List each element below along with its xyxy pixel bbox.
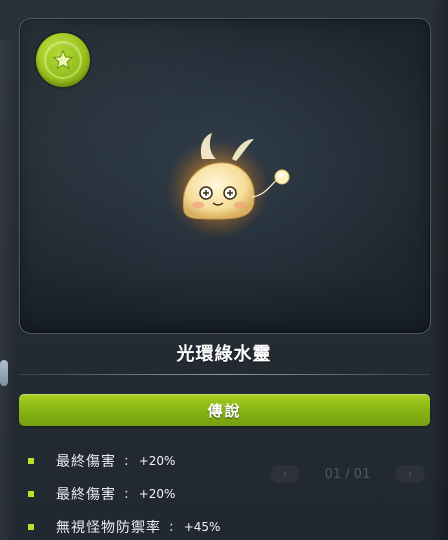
- stat-separator: :: [124, 452, 129, 469]
- stat-row: 無視怪物防禦率 : +45%: [28, 510, 428, 540]
- stat-label: 無視怪物防禦率: [56, 519, 161, 536]
- stat-value: +20%: [138, 453, 176, 468]
- bullet-icon: [28, 457, 34, 464]
- item-creature-image: [166, 133, 290, 237]
- bullet-icon: [28, 490, 34, 497]
- stat-row: 最終傷害 : +20%: [28, 477, 428, 510]
- divider: [18, 374, 430, 375]
- bullet-icon: [28, 523, 34, 530]
- stat-label: 最終傷害: [56, 453, 116, 470]
- background-handle-icon: [0, 360, 8, 386]
- item-name: 光環綠水靈: [176, 344, 272, 365]
- rarity-label: 傳說: [19, 394, 430, 426]
- stat-separator: :: [169, 518, 174, 535]
- star-icon: [46, 43, 80, 77]
- stat-label: 最終傷害: [56, 486, 116, 503]
- stat-value: +45%: [183, 519, 221, 534]
- item-preview: [19, 18, 431, 334]
- rarity-badge: [36, 33, 90, 87]
- item-card: 光環綠水靈 傳說 最終傷害 : +20% 最終傷害 : +20% 無視怪物防禦率…: [14, 14, 434, 538]
- stat-row: 最終傷害 : +20%: [28, 444, 428, 477]
- stat-value: +20%: [138, 486, 176, 501]
- stat-list: 最終傷害 : +20% 最終傷害 : +20% 無視怪物防禦率 : +45%: [28, 444, 428, 540]
- item-detail-screen: ‹ 01 / 01 › 光環綠水靈 傳說 最終傷害: +20% 最終傷害: …: [0, 0, 448, 540]
- stat-separator: :: [124, 485, 129, 502]
